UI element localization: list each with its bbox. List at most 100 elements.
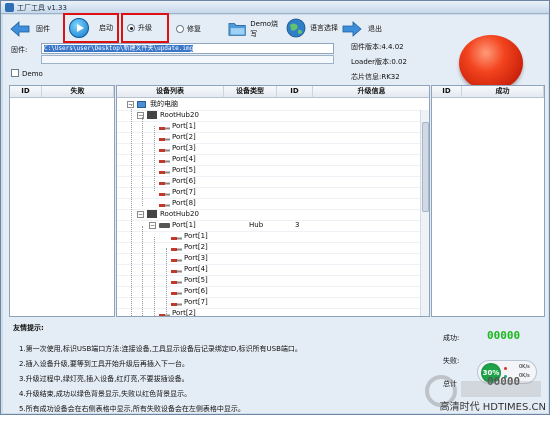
device-table: 设备列表 设备类型 ID 升级信息 − 我的电脑 − RootHub20 Port[1]… — [116, 85, 430, 317]
tree-connector — [142, 226, 143, 316]
usb-hub-icon — [147, 210, 157, 218]
rate-up: 0K/s — [519, 364, 530, 370]
hub-row[interactable]: − RootHub20 — [117, 110, 422, 121]
usb-port-icon — [159, 179, 170, 185]
port-label: Port[1] — [184, 232, 208, 240]
success-col-id: ID — [432, 86, 462, 98]
port-row[interactable]: Port[4] — [117, 154, 422, 165]
port-label: Port[1] — [172, 122, 196, 130]
device-col-id: ID — [277, 86, 313, 98]
port-label: Port[7] — [172, 188, 196, 196]
success-col-name: 成功 — [462, 86, 544, 98]
tip-line-1: 1.第一次使用,标识USB端口方法:连接设备,工具显示设备后记录绑定ID,标识所… — [19, 345, 302, 353]
success-count-label: 成功: — [443, 334, 460, 342]
port-label: Port[8] — [172, 199, 196, 207]
firmware-label: 固件 — [36, 25, 50, 33]
usb-port-icon — [171, 267, 182, 273]
usb-port-icon — [159, 311, 170, 316]
scroll-thumb[interactable] — [422, 122, 429, 212]
upgrade-radio-dot — [127, 24, 135, 32]
fail-col-id: ID — [10, 86, 42, 98]
port-row[interactable]: Port[7] — [117, 187, 422, 198]
port-label: Port[3] — [172, 144, 196, 152]
usb-port-icon — [159, 168, 170, 174]
firmware-button[interactable]: 固件 — [9, 17, 61, 41]
exit-button[interactable]: 退出 — [341, 17, 391, 41]
language-label: 语言选择 — [310, 24, 338, 32]
globe-icon — [286, 18, 306, 38]
usb-port-icon — [159, 135, 170, 141]
demo-checkbox[interactable] — [11, 69, 19, 77]
big-red-button[interactable] — [459, 35, 523, 91]
usb-port-icon — [171, 256, 182, 262]
tips-section: 友情提示: 1.第一次使用,标识USB端口方法:连接设备,工具显示设备后记录绑定… — [11, 321, 431, 423]
device-col-type: 设备类型 — [224, 86, 277, 98]
port-label: Port[2] — [172, 133, 196, 141]
start-label: 启动 — [99, 24, 113, 32]
port-row[interactable]: Port[7] — [117, 297, 422, 308]
port-row[interactable]: Port[1] — [117, 231, 422, 242]
port-label: Port[6] — [184, 287, 208, 295]
port-row[interactable]: Port[2] — [117, 308, 422, 317]
port-label: Port[3] — [184, 254, 208, 262]
device-col-upgrade-info: 升级信息 — [313, 86, 429, 98]
app-window: 工厂工具 v1.33 固件 启动 升级 修复 Demo烧写 语言选择 退出 固件… — [0, 0, 550, 415]
hub-label: RootHub20 — [160, 111, 199, 119]
port-label: Port[7] — [184, 298, 208, 306]
port-hub-row[interactable]: − Port[1] Hub 3 — [117, 220, 422, 231]
device-scrollbar[interactable] — [420, 110, 429, 316]
success-count: 00000 — [487, 329, 521, 342]
port-row[interactable]: Port[3] — [117, 253, 422, 264]
port-row[interactable]: Port[8] — [117, 198, 422, 209]
hub-row[interactable]: − RootHub20 — [117, 209, 422, 220]
tree-connector — [154, 237, 155, 316]
firmware-path-label: 固件: — [11, 46, 28, 54]
upgrade-radio[interactable]: 升级 — [121, 13, 169, 43]
port-row[interactable]: Port[2] — [117, 132, 422, 143]
secondary-path-field[interactable] — [41, 55, 334, 64]
port-row[interactable]: Port[2] — [117, 242, 422, 253]
device-id-cell: 3 — [295, 221, 300, 229]
usb-port-icon — [159, 157, 170, 163]
tip-line-5: 5.所有成功设备会在右侧表格中显示,所有失败设备会在左侧表格中显示。 — [19, 405, 245, 413]
language-button[interactable]: 语言选择 — [285, 16, 341, 40]
port-row[interactable]: Port[1] — [117, 121, 422, 132]
port-row[interactable]: Port[5] — [117, 275, 422, 286]
root-row[interactable]: − 我的电脑 — [117, 99, 422, 110]
port-label: Port[5] — [184, 276, 208, 284]
firmware-path-value: C:\Users\user\Desktop\新建文件夹\update.img — [44, 45, 194, 52]
port-hub-expander[interactable]: − — [149, 222, 156, 229]
fail-col-name: 失败 — [42, 86, 114, 98]
tree-connector — [166, 248, 167, 316]
hub-expander[interactable]: − — [137, 211, 144, 218]
port-label: Port[2] — [184, 243, 208, 251]
port-row[interactable]: Port[6] — [117, 286, 422, 297]
window-title: 工厂工具 v1.33 — [17, 4, 67, 12]
start-button[interactable]: 启动 — [63, 13, 119, 43]
repair-radio[interactable]: 修复 — [173, 17, 223, 41]
port-label: Port[2] — [172, 309, 196, 317]
tree-connector — [154, 126, 155, 191]
demo-burn-label: Demo烧写 — [250, 20, 279, 38]
port-row[interactable]: Port[4] — [117, 264, 422, 275]
firmware-version: 固件版本:4.4.02 — [351, 43, 404, 51]
demo-burn-button[interactable]: Demo烧写 — [227, 17, 283, 41]
client-area: 固件 启动 升级 修复 Demo烧写 语言选择 退出 固件: C:\Users\… — [3, 13, 548, 413]
success-table: ID 成功 — [431, 85, 545, 317]
computer-icon — [137, 101, 146, 108]
upload-dot-icon — [504, 367, 507, 370]
device-col-list: 设备列表 — [117, 86, 224, 98]
usb-port-icon — [171, 278, 182, 284]
device-type-cell: Hub — [249, 221, 264, 229]
port-row[interactable]: Port[6] — [117, 176, 422, 187]
upgrade-label: 升级 — [138, 24, 152, 32]
usb-port-icon — [159, 190, 170, 196]
port-row[interactable]: Port[5] — [117, 165, 422, 176]
port-row[interactable]: Port[3] — [117, 143, 422, 154]
app-icon — [5, 3, 14, 12]
root-label: 我的电脑 — [150, 100, 178, 108]
arrow-right-icon — [342, 21, 362, 37]
firmware-path-field[interactable]: C:\Users\user\Desktop\新建文件夹\update.img — [41, 43, 334, 54]
demo-checkbox-label: Demo — [22, 70, 43, 78]
usb-port-icon — [159, 146, 170, 152]
